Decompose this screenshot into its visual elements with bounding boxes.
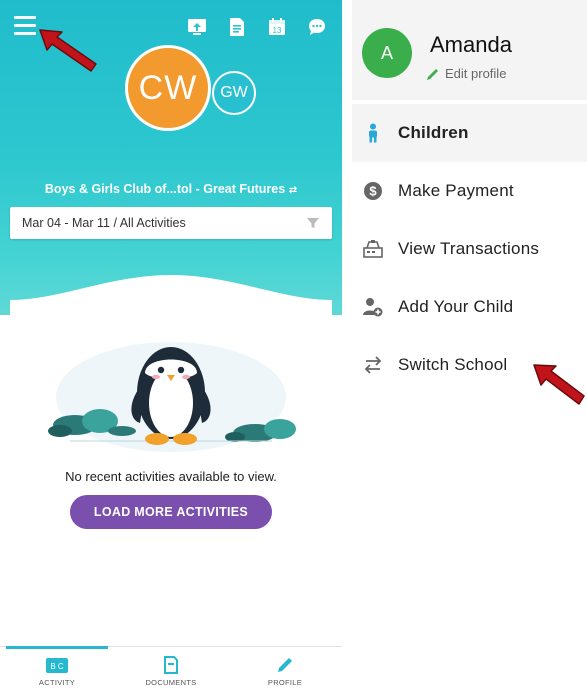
load-more-activities-button[interactable]: LOAD MORE ACTIVITIES bbox=[70, 495, 272, 529]
menu-item-children[interactable]: Children bbox=[352, 104, 587, 162]
menu-label-children: Children bbox=[398, 123, 469, 142]
menu-hamburger-icon[interactable] bbox=[14, 16, 38, 36]
pencil-icon bbox=[278, 657, 292, 672]
child-icon bbox=[362, 122, 384, 144]
date-filter-bar[interactable]: Mar 04 - Mar 11 / All Activities bbox=[10, 207, 332, 239]
chat-icon[interactable] bbox=[304, 14, 330, 40]
drawer-profile-header: A Amanda Edit profile bbox=[352, 0, 587, 100]
user-avatar[interactable]: A bbox=[362, 28, 412, 78]
nav-tab-documents[interactable]: DOCUMENTS bbox=[114, 647, 228, 694]
nav-label-activity: ACTIVITY bbox=[38, 677, 76, 687]
add-person-icon bbox=[362, 296, 384, 318]
swap-arrows-icon bbox=[362, 354, 384, 376]
funnel-icon bbox=[307, 218, 319, 228]
empty-state-message: No recent activities available to view. bbox=[65, 469, 277, 484]
dollar-icon: $ bbox=[362, 180, 384, 202]
menu-label-view-transactions: View Transactions bbox=[398, 239, 540, 258]
nav-label-profile: PROFILE bbox=[267, 677, 303, 687]
nav-label-documents: DOCUMENTS bbox=[145, 677, 197, 687]
calendar-icon[interactable]: 13 bbox=[264, 14, 290, 40]
nav-tab-profile[interactable]: PROFILE bbox=[228, 647, 342, 694]
child-avatar-primary[interactable]: CW bbox=[125, 45, 211, 131]
activity-blocks-icon: B C bbox=[46, 657, 68, 673]
bottom-navigation: B C ACTIVITY DOCUMENTS PROFILE bbox=[0, 646, 342, 694]
nav-tab-activity[interactable]: B C ACTIVITY bbox=[0, 646, 114, 694]
navigation-drawer: A Amanda Edit profile Children $ Make Pa… bbox=[352, 0, 587, 694]
menu-item-make-payment[interactable]: $ Make Payment bbox=[352, 162, 587, 220]
svg-text:$: $ bbox=[369, 184, 377, 199]
register-icon bbox=[362, 238, 384, 260]
date-filter-text: Mar 04 - Mar 11 / All Activities bbox=[22, 216, 186, 230]
menu-label-switch-school: Switch School bbox=[398, 355, 508, 374]
calendar-date: 13 bbox=[273, 26, 282, 35]
penguin-illustration bbox=[48, 342, 296, 452]
document-icon[interactable] bbox=[224, 14, 250, 40]
annotation-arrow-icon bbox=[533, 364, 585, 405]
activity-icon-letters: B C bbox=[50, 662, 64, 671]
swap-icon: ⇄ bbox=[288, 185, 298, 196]
edit-profile-link[interactable]: Edit profile bbox=[426, 66, 506, 81]
organization-name-text: Boys & Girls Club of...tol - Great Futur… bbox=[44, 182, 286, 196]
menu-label-add-your-child: Add Your Child bbox=[398, 297, 514, 316]
menu-label-make-payment: Make Payment bbox=[398, 181, 514, 200]
checkin-screen-icon[interactable] bbox=[184, 14, 210, 40]
annotation-arrow-icon bbox=[39, 29, 97, 72]
edit-profile-label: Edit profile bbox=[445, 66, 507, 81]
activity-screen: 13 CW GW Boys & Girls Club of...tol - Gr… bbox=[0, 0, 342, 694]
top-toolbar: 13 bbox=[184, 14, 330, 40]
drawer-menu: Children $ Make Payment View Transaction… bbox=[352, 104, 587, 394]
documents-icon bbox=[164, 655, 178, 674]
pencil-icon bbox=[427, 68, 438, 80]
user-name: Amanda bbox=[430, 32, 512, 57]
menu-item-view-transactions[interactable]: View Transactions bbox=[352, 220, 587, 278]
child-avatar-secondary[interactable]: GW bbox=[212, 71, 256, 115]
organization-name[interactable]: Boys & Girls Club of...tol - Great Futur… bbox=[0, 182, 342, 196]
menu-item-add-your-child[interactable]: Add Your Child bbox=[352, 278, 587, 336]
